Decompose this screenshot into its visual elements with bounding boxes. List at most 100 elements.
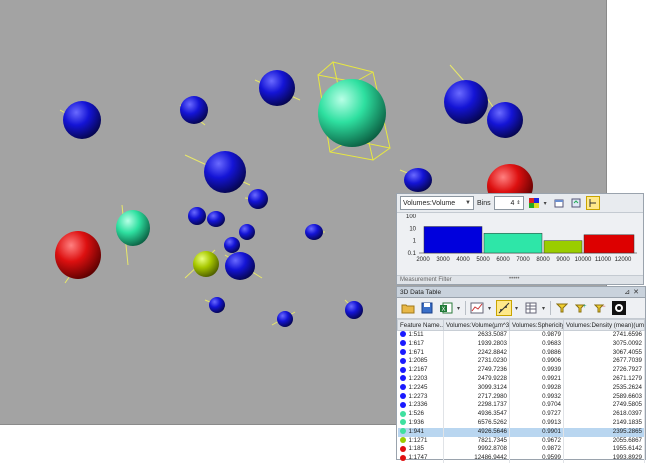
density-cell-text: 3075.0092 [612,339,642,347]
toolbar-separator [550,301,551,315]
table-row[interactable]: 1:526 4936.3547 0.9727 2618.0397 [397,410,645,419]
data-table-header: 3D Data Table ⊿✕ [397,287,645,298]
feature-name-cell-text: 1:2245 [408,383,428,391]
color-dot-icon [399,392,406,399]
sphericity-cell-text: 0.9879 [542,331,561,338]
dropdown-arrow-icon[interactable]: ▾ [515,305,520,312]
feature-name-cell-text: 1:2167 [408,366,428,374]
black-white-icon[interactable] [611,300,627,316]
volume-cell-text: 1939.2803 [477,339,507,347]
x-tick-label: 2000 [416,257,430,263]
y-tick-label: 10 [409,226,416,232]
table-row[interactable]: 1:2167 2749.7236 0.9939 2726.7927 [397,366,645,375]
table-row[interactable]: 1:1271 7821.7345 0.9672 2055.6867 [397,436,645,446]
feature-name-cell: 1:2085 [397,357,444,367]
sphere-teal-selected [318,79,386,147]
sphericity-cell-text: 0.9932 [542,392,561,400]
table-row[interactable]: 1:671 2242.8842 0.9886 3067.4055 [397,348,645,358]
column-header-volume[interactable]: Volumes:Volume(µm^3) [443,319,510,331]
filter-toggle-icon[interactable] [585,196,600,210]
density-cell-text: 2535.2624 [612,383,642,391]
feature-name-cell-text: 1:1271 [408,436,428,444]
sphericity-cell-text: 0.9901 [542,427,561,435]
spin-arrows-icon[interactable]: ⇕ [516,200,520,206]
sphere-blue [209,297,225,313]
volume-histogram[interactable]: 100 10 1 0.1 2000 3000 4000 5000 6000 7000 8000 90… [399,214,639,266]
color-map-icon[interactable] [527,196,541,210]
color-dot-icon [399,419,406,426]
density-cell-text: 2618.0397 [612,410,642,418]
volume-cell: 12486.9442 [443,454,510,463]
funnel-minus-icon[interactable]: − [592,300,608,316]
data-table-toolbar: X ▾ ▾ ▾ ▾ + − [397,298,645,319]
table-row[interactable]: 1:511 2633.5087 0.9879 2741.6596 [397,330,645,340]
feature-name-cell: 1:1271 [397,436,444,446]
feature-name-cell: 1:1747 [397,454,444,463]
funnel-plus-icon[interactable]: + [573,300,589,316]
histogram-bar[interactable] [423,226,483,254]
histogram-bar[interactable] [543,240,583,254]
table-row[interactable]: 1:2245 3099.3124 0.9928 2535.2624 [397,383,645,393]
save-icon[interactable] [419,300,435,316]
table-row[interactable]: 1:617 1939.2803 0.9683 3075.0092 [397,339,645,349]
x-tick-label: 3000 [436,257,450,263]
color-dot-icon [399,384,406,391]
table-row[interactable]: 1:941 4926.5646 0.9901 2395.2865 [397,427,645,437]
sphericity-cell-text: 0.9727 [542,410,561,418]
feature-name-cell: 1:526 [397,410,444,419]
dropdown-arrow-icon[interactable]: ▾ [488,305,493,312]
measurement-selector[interactable]: Volumes:Volume ▼ [400,196,474,210]
sphericity-cell-text: 0.9704 [542,401,561,409]
feature-name-cell: 1:2203 [397,374,444,384]
table-row[interactable]: 1:2336 2298.1737 0.9704 2749.5805 [397,401,645,411]
data-table[interactable]: Feature Name... Volumes:Volume(µm^3) Vol… [397,319,645,463]
histogram-bars[interactable] [423,226,635,254]
feature-name-cell-text: 1:526 [408,410,424,418]
export-icon[interactable] [552,196,566,210]
density-cell: 2671.1279 [563,374,645,384]
sphere-blue [224,237,240,253]
dropdown-arrow-icon[interactable]: ▾ [544,200,549,207]
table-row[interactable]: 1:2273 2717.2980 0.9932 2589.6603 [397,392,645,402]
histogram-bar[interactable] [583,234,635,254]
scatter-plot-icon[interactable] [496,300,512,316]
close-icon[interactable]: ✕ [633,289,642,296]
table-row[interactable]: 1:2203 2479.9228 0.9921 2671.1279 [397,374,645,384]
sphere-blue [305,224,323,240]
table-row[interactable]: 1:936 6576.5262 0.9913 2149.1835 [397,418,645,428]
refresh-icon[interactable] [569,196,583,210]
volume-cell-text: 2633.5087 [477,331,507,338]
column-header-density[interactable]: Volumes:Density (mean)(um) [563,319,645,331]
bins-spinner[interactable]: 4 ⇕ [493,196,524,210]
volume-cell: 6576.5262 [443,418,510,428]
funnel-icon[interactable] [554,300,570,316]
histogram-bar[interactable] [483,232,543,254]
column-select-icon[interactable] [523,300,539,316]
chart-icon[interactable] [469,300,485,316]
density-cell: 3067.4055 [563,348,645,358]
x-tick-label: 10000 [575,257,592,263]
pin-icon[interactable]: ⊿ [624,289,633,296]
column-header-feature-name[interactable]: Feature Name... [397,319,444,331]
sphericity-cell: 0.9901 [509,427,564,437]
feature-name-cell: 1:2245 [397,383,444,393]
table-row[interactable]: 1:2085 2731.0230 0.9906 2677.7039 [397,357,645,367]
dropdown-arrow-icon[interactable]: ▾ [457,305,462,312]
sphericity-cell: 0.9879 [509,330,564,340]
excel-icon[interactable]: X [438,300,454,316]
sphere-blue [248,189,268,209]
feature-name-cell: 1:617 [397,339,444,349]
resize-grip-icon[interactable]: ••••• [509,275,520,284]
table-row[interactable]: 1:185 9992.8708 0.9872 1955.6142 [397,445,645,455]
sphericity-cell-text: 0.9913 [542,418,561,426]
volume-cell-text: 2749.7236 [477,366,507,374]
table-row[interactable]: 1:1747 12486.9442 0.9599 1993.8929 [397,454,645,463]
x-tick-label: 7000 [516,257,530,263]
column-header-sphericity[interactable]: Volumes:Sphericity [509,319,564,331]
bins-label: Bins [477,199,491,207]
table-body[interactable]: 1:511 2633.5087 0.9879 2741.6596 1:617 1939.2… [397,330,645,463]
dropdown-arrow-icon[interactable]: ▾ [542,305,547,312]
open-folder-icon[interactable] [400,300,416,316]
volume-cell: 2731.0230 [443,357,510,367]
color-dot-icon [399,375,406,382]
